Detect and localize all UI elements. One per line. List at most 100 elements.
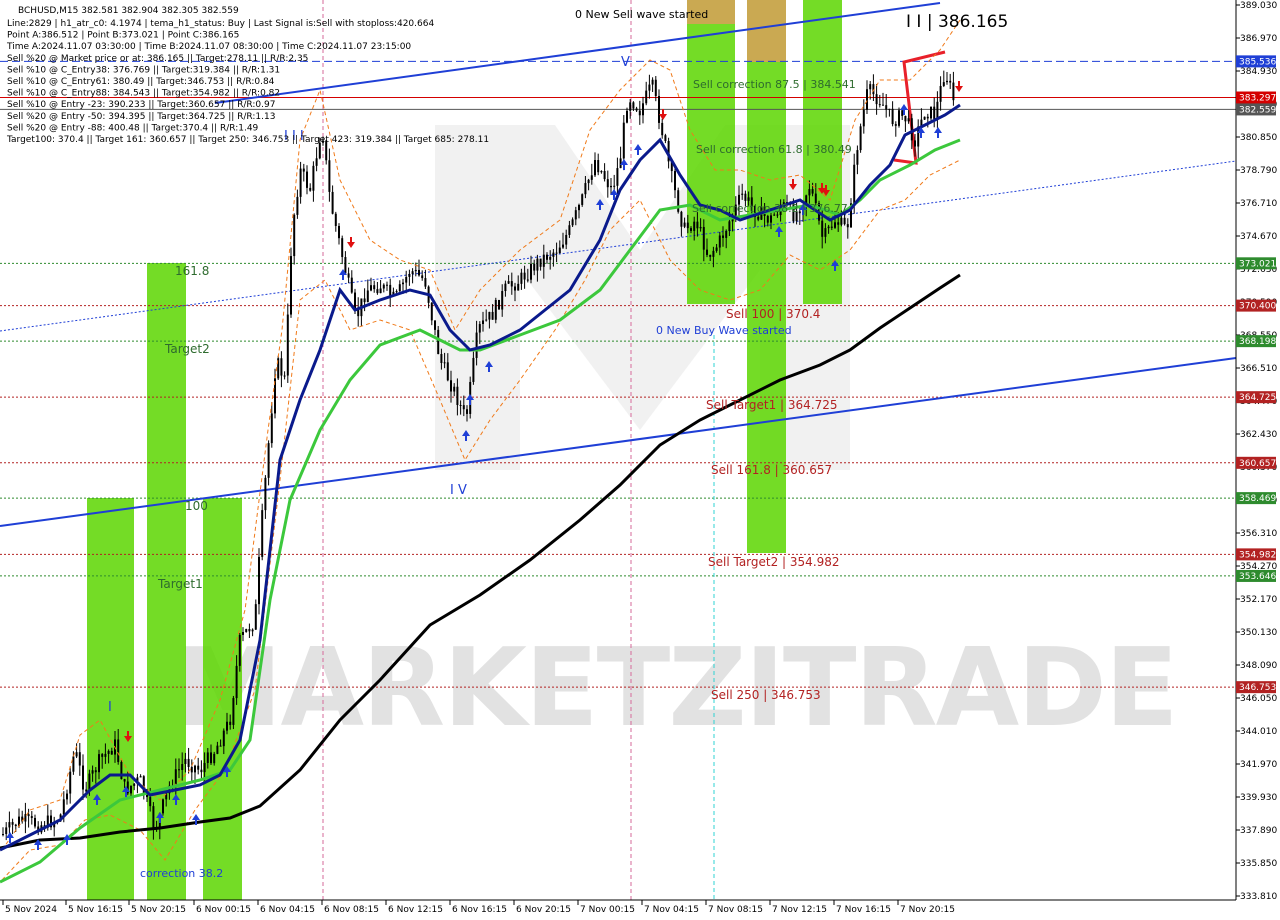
- candle-body: [699, 226, 702, 229]
- zone-label: Sell correction 61.8 | 380.49: [696, 143, 852, 156]
- candle-body: [590, 175, 593, 180]
- symbol-line: BCHUSD,M15 382.581 382.904 382.305 382.5…: [18, 6, 239, 16]
- candle-body: [680, 211, 683, 227]
- candle-body: [216, 745, 219, 754]
- candle-body: [901, 110, 904, 116]
- price-tick-label: 346.050: [1240, 694, 1277, 704]
- price-badge-label: 354.982: [1239, 550, 1276, 560]
- candle-body: [571, 219, 574, 226]
- candle-body: [418, 269, 420, 276]
- candle-body: [882, 104, 884, 106]
- candle-body: [501, 291, 504, 310]
- candle-body: [101, 754, 104, 757]
- candle-body: [379, 288, 382, 294]
- candle-body: [389, 284, 392, 296]
- candle-body: [328, 160, 331, 192]
- price-tick-label: 341.970: [1240, 760, 1277, 770]
- candle-body: [635, 108, 638, 111]
- candle-body: [402, 282, 404, 285]
- candle-body: [933, 106, 936, 119]
- candle-body: [194, 765, 196, 773]
- price-tick-label: 384.930: [1240, 67, 1277, 77]
- candle-body: [184, 758, 187, 765]
- candle-body: [549, 256, 552, 260]
- candle-body: [866, 89, 868, 110]
- candle-body: [923, 116, 926, 120]
- candle-body: [709, 254, 712, 257]
- candle-body: [8, 822, 11, 828]
- price-badge-label: 373.021: [1239, 259, 1276, 269]
- zone-label: 0 New Buy Wave started: [656, 324, 792, 337]
- candle-body: [414, 269, 417, 272]
- candle-body: [552, 252, 555, 257]
- candle-body: [395, 291, 398, 293]
- candle-body: [366, 290, 369, 303]
- candle-body: [821, 220, 824, 237]
- candle-body: [728, 221, 731, 231]
- candle-body: [690, 228, 692, 231]
- candle-body: [226, 721, 228, 731]
- time-tick-label: 5 Nov 20:15: [131, 905, 186, 915]
- candle-body: [382, 284, 385, 289]
- candle-body: [82, 765, 84, 790]
- candle-body: [910, 118, 913, 141]
- candle-body: [555, 252, 558, 254]
- candle-body: [398, 284, 401, 292]
- candle-body: [744, 193, 747, 201]
- price-tick-label: 333.810: [1240, 892, 1277, 902]
- candle-body: [2, 834, 4, 836]
- candle-body: [139, 776, 142, 778]
- time-tick-label: 6 Nov 12:15: [388, 905, 443, 915]
- candle-body: [267, 443, 270, 478]
- candle-body: [149, 797, 152, 807]
- candle-body: [654, 79, 657, 97]
- candle-body: [315, 158, 318, 166]
- candle-body: [520, 272, 523, 284]
- candle-body: [238, 634, 241, 666]
- info-line: Sell %10 @ C_Entry88: 384.543 || Target:…: [7, 89, 280, 99]
- candle-body: [926, 116, 929, 119]
- zone-label: Target2: [164, 342, 210, 356]
- candle-body: [584, 183, 587, 195]
- candle-body: [456, 386, 459, 405]
- candle-body: [632, 102, 635, 109]
- price-tick-label: 366.510: [1240, 364, 1277, 374]
- price-badge-label: 385.536: [1239, 57, 1276, 67]
- candle-body: [498, 299, 500, 310]
- candle-body: [907, 118, 910, 122]
- price-badge-label: 382.559: [1239, 105, 1276, 115]
- info-line: Time A:2024.11.07 03:30:00 | Time B:2024…: [6, 42, 411, 52]
- price-tick-label: 374.670: [1240, 232, 1277, 242]
- candle-body: [472, 357, 475, 382]
- candle-body: [578, 204, 580, 211]
- zone-label: 161.8: [175, 264, 209, 278]
- candle-body: [296, 196, 299, 215]
- candle-body: [491, 311, 494, 320]
- candle-body: [626, 110, 628, 123]
- zone-label: I: [108, 700, 112, 715]
- price-badge-label: 353.646: [1239, 572, 1276, 582]
- candle-body: [254, 604, 257, 630]
- candle-body: [840, 217, 843, 225]
- candle-body: [898, 110, 900, 126]
- info-line: Line:2829 | h1_atr_c0: 4.1974 | tema_h1_…: [7, 19, 434, 29]
- price-badge-label: 360.657: [1239, 459, 1276, 469]
- time-tick-label: 6 Nov 16:15: [452, 905, 507, 915]
- candle-body: [568, 225, 571, 235]
- candle-body: [283, 375, 286, 377]
- candle-body: [558, 247, 561, 254]
- price-tick-label: 344.010: [1240, 727, 1277, 737]
- price-badge-label: 346.753: [1239, 683, 1276, 693]
- price-tick-label: 389.030: [1240, 1, 1277, 11]
- candle-body: [530, 263, 532, 280]
- candle-body: [66, 793, 68, 800]
- candle-body: [210, 752, 212, 764]
- price-axis: 389.030386.970384.930382.890380.850378.7…: [1235, 0, 1280, 902]
- price-badge-label: 358.469: [1239, 494, 1276, 504]
- candle-body: [562, 244, 564, 248]
- candle-body: [702, 226, 705, 250]
- zone-label: 0 New Sell wave started: [575, 8, 708, 21]
- candle-body: [597, 160, 600, 173]
- candle-body: [386, 284, 388, 286]
- candle-body: [718, 235, 721, 248]
